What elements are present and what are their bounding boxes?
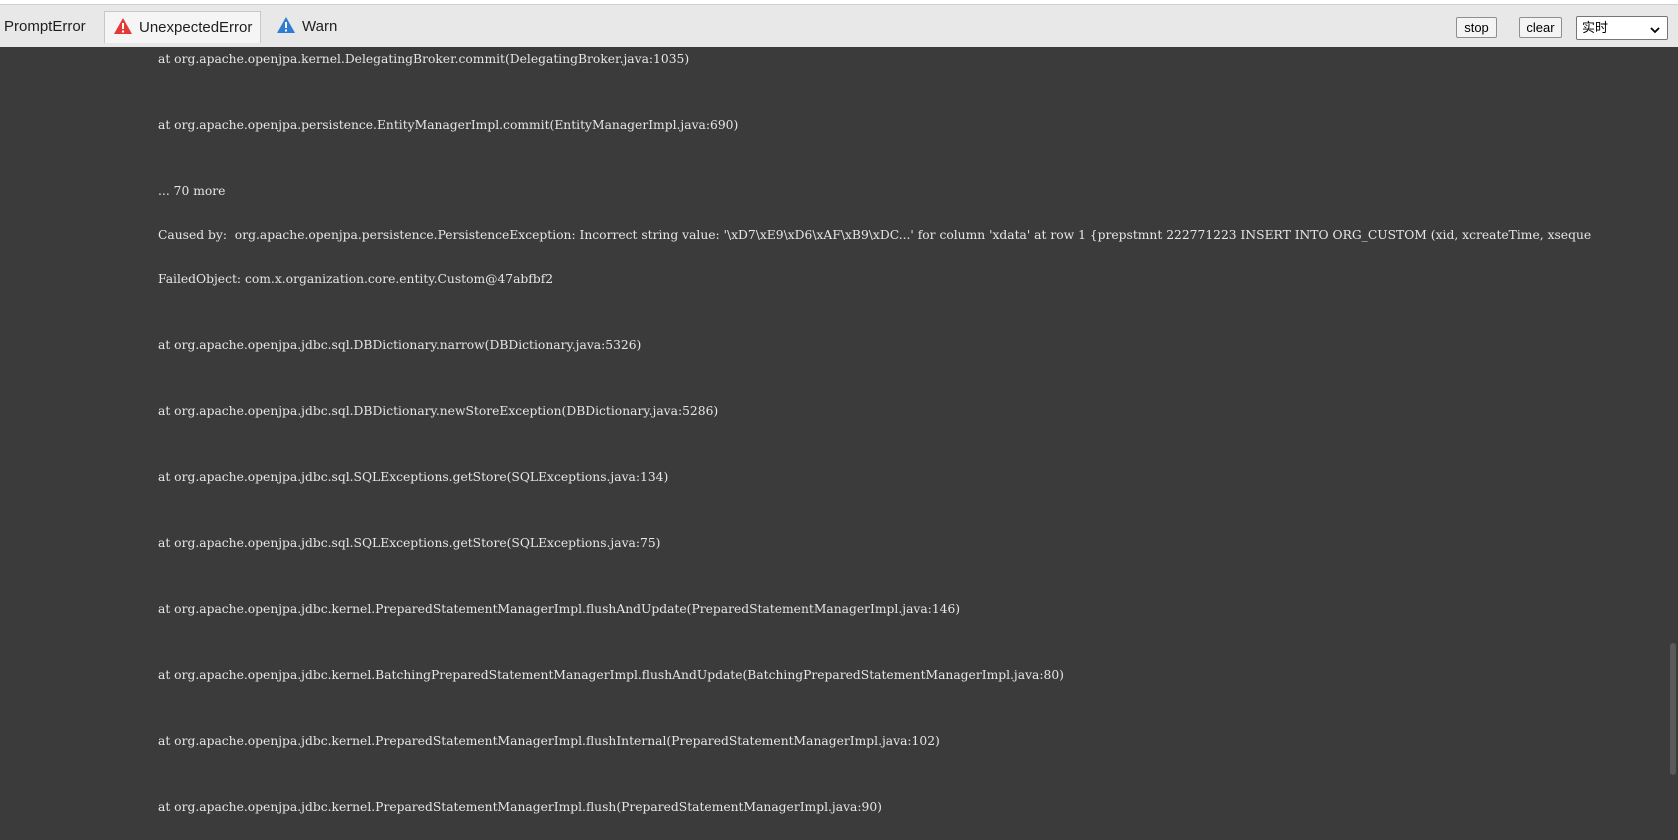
tab-label: UnexpectedError [139, 19, 253, 36]
log-line: ... 70 more [158, 184, 226, 198]
log-line: at org.apache.openjpa.jdbc.sql.SQLExcept… [158, 536, 661, 550]
log-line: at org.apache.openjpa.kernel.DelegatingB… [158, 52, 690, 66]
clear-button[interactable]: clear [1519, 17, 1562, 38]
error-triangle-icon [113, 15, 133, 34]
log-line: at org.apache.openjpa.jdbc.kernel.Prepar… [158, 800, 882, 814]
log-line: at org.apache.openjpa.jdbc.sql.DBDiction… [158, 404, 719, 418]
log-line: at org.apache.openjpa.persistence.Entity… [158, 118, 739, 132]
tab-label: Warn [302, 18, 338, 35]
scrollbar-thumb[interactable] [1670, 643, 1676, 775]
tab-warn[interactable]: Warn [272, 11, 341, 43]
log-line: at org.apache.openjpa.jdbc.sql.SQLExcept… [158, 470, 669, 484]
mode-select[interactable]: 实时 [1576, 16, 1668, 40]
log-console[interactable]: at org.apache.openjpa.kernel.DelegatingB… [0, 47, 1678, 840]
warning-triangle-icon [276, 14, 296, 33]
tab-unexpected-error[interactable]: UnexpectedError [104, 11, 262, 43]
mode-select-value: 实时 [1582, 20, 1609, 35]
chevron-down-icon [1649, 21, 1661, 34]
tab-label: PromptError [4, 18, 86, 35]
tab-prompt-error[interactable]: PromptError [2, 11, 88, 43]
log-line-failed-object: FailedObject: com.x.organization.core.en… [158, 272, 554, 286]
stop-button[interactable]: stop [1456, 17, 1497, 38]
log-line: at org.apache.openjpa.jdbc.sql.DBDiction… [158, 338, 642, 352]
log-line: at org.apache.openjpa.jdbc.kernel.Prepar… [158, 602, 961, 616]
console-toolbar: PromptError UnexpectedError Warn stop cl… [0, 4, 1678, 47]
log-line: at org.apache.openjpa.jdbc.kernel.Prepar… [158, 734, 940, 748]
log-line-caused-by: Caused by: org.apache.openjpa.persistenc… [158, 228, 1592, 242]
log-line: at org.apache.openjpa.jdbc.kernel.Batchi… [158, 668, 1064, 682]
vertical-scrollbar[interactable] [1669, 47, 1678, 840]
